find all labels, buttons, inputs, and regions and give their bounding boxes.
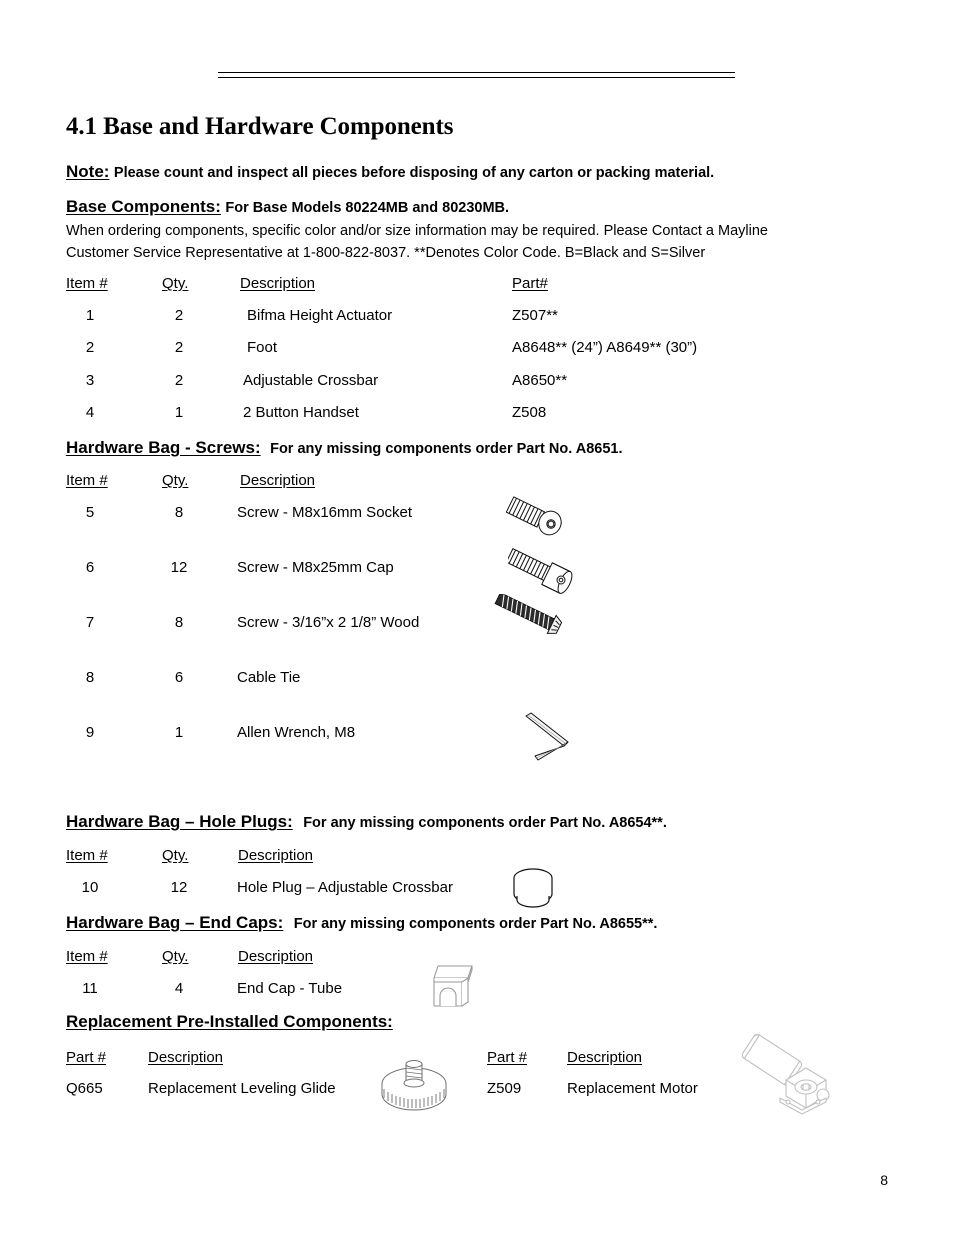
table-row: 1 [174, 724, 184, 741]
table-row: Replacement Motor [567, 1080, 698, 1097]
end-caps-header-item: Item # [66, 948, 108, 965]
table-row: 4 [85, 404, 95, 421]
table-row: 2 Button Handset [243, 404, 359, 421]
end-caps-header-qty: Qty. [162, 948, 189, 965]
table-row: 6 [85, 559, 95, 576]
table-row: 8 [174, 614, 184, 631]
table-row: 1 [85, 307, 95, 324]
table-row: Cable Tie [237, 669, 301, 686]
table-row: Screw - 3/16”x 2 1/8” Wood [237, 614, 420, 631]
table-row: A8648** (24”) A8649** (30”) [512, 339, 698, 356]
base-header-description: Description [240, 275, 316, 292]
page-title: 4.1 Base and Hardware Components [66, 113, 454, 140]
table-row: 12 [170, 879, 188, 896]
leveling-glide-icon [378, 1058, 450, 1116]
hardware-bag-end-caps-heading: Hardware Bag – End Caps: For any missing… [66, 913, 657, 933]
table-row: Hole Plug – Adjustable Crossbar [237, 879, 453, 896]
table-row: 9 [85, 724, 95, 741]
table-row: Screw - M8x16mm Socket [237, 504, 413, 521]
hardware-bag-screws-label: Hardware Bag - Screws: [66, 438, 261, 457]
table-row: Foot [247, 339, 278, 356]
note-text: Please count and inspect all pieces befo… [113, 165, 715, 181]
table-row: 8 [85, 669, 95, 686]
table-row: 2 [174, 372, 184, 389]
table-row: A8650** [512, 372, 568, 389]
cap-screw-icon [505, 546, 580, 598]
socket-screw-icon [505, 492, 568, 542]
end-caps-label: Hardware Bag – End Caps: [66, 913, 284, 932]
end-cap-icon [424, 962, 482, 1012]
replacement-components-heading: Replacement Pre-Installed Components: [66, 1012, 393, 1032]
table-row: Replacement Leveling Glide [148, 1080, 336, 1097]
table-row: Z508 [512, 404, 547, 421]
table-row: 7 [85, 614, 95, 631]
table-row: 10 [81, 879, 99, 896]
note-line: Note: Please count and inspect all piece… [66, 162, 714, 182]
replacement-header-part-right: Part # [487, 1049, 528, 1066]
table-row: Screw - M8x25mm Cap [237, 559, 394, 576]
base-header-qty: Qty. [162, 275, 189, 292]
wood-screw-icon [494, 592, 580, 652]
hole-plugs-label: Hardware Bag – Hole Plugs: [66, 812, 293, 831]
table-row: 2 [174, 339, 184, 356]
base-components-label: Base Components: [66, 197, 221, 216]
table-row: 11 [82, 980, 98, 997]
table-row: Z509 [487, 1080, 522, 1097]
table-row: Allen Wrench, M8 [237, 724, 356, 741]
table-row: 2 [174, 307, 184, 324]
table-row: 2 [85, 339, 95, 356]
replacement-header-part-left: Part # [66, 1049, 107, 1066]
table-row: End Cap - Tube [237, 980, 343, 997]
hole-plugs-header-item: Item # [66, 847, 108, 864]
base-header-part: Part# [512, 275, 548, 292]
table-row: 3 [85, 372, 95, 389]
hole-plug-icon [508, 866, 560, 912]
hardware-bag-hole-plugs-heading: Hardware Bag – Hole Plugs: For any missi… [66, 812, 667, 832]
table-row: 5 [85, 504, 95, 521]
base-components-models-note: For Base Models 80224MB and 80230MB. [225, 200, 510, 216]
table-row: 8 [174, 504, 184, 521]
hardware-bag-screws-heading: Hardware Bag - Screws: For any missing c… [66, 438, 622, 458]
ordering-line-2: Customer Service Representative at 1-800… [66, 245, 706, 261]
screws-header-description: Description [240, 472, 316, 489]
base-components-heading: Base Components: For Base Models 80224MB… [66, 197, 509, 217]
allen-wrench-icon [524, 712, 586, 764]
table-row: Bifma Height Actuator [247, 307, 393, 324]
hole-plugs-order-note: For any missing components order Part No… [303, 815, 667, 831]
table-row: 12 [170, 559, 188, 576]
note-label: Note: [66, 162, 110, 181]
base-header-item: Item # [66, 275, 108, 292]
replacement-header-description-right: Description [567, 1049, 643, 1066]
table-row: Z507** [512, 307, 558, 324]
hole-plugs-header-description: Description [238, 847, 314, 864]
table-row: Q665 [66, 1080, 103, 1097]
table-row: 6 [174, 669, 184, 686]
page-number: 8 [880, 1172, 888, 1188]
table-row: 1 [174, 404, 184, 421]
table-row: 4 [174, 980, 184, 997]
document-page: 4.1 Base and Hardware Components Note: P… [0, 0, 954, 1235]
end-caps-order-note: For any missing components order Part No… [293, 916, 658, 932]
end-caps-header-description: Description [238, 948, 314, 965]
ordering-line-1: When ordering components, specific color… [66, 223, 768, 239]
table-row: Adjustable Crossbar [243, 372, 379, 389]
hole-plugs-header-qty: Qty. [162, 847, 189, 864]
screws-header-qty: Qty. [162, 472, 189, 489]
replacement-components-label: Replacement Pre-Installed Components: [66, 1012, 393, 1031]
replacement-header-description-left: Description [148, 1049, 224, 1066]
header-double-rule [218, 72, 735, 78]
motor-icon [736, 1032, 832, 1118]
hardware-bag-screws-order-note: For any missing components order Part No… [270, 441, 623, 457]
screws-header-item: Item # [66, 472, 108, 489]
